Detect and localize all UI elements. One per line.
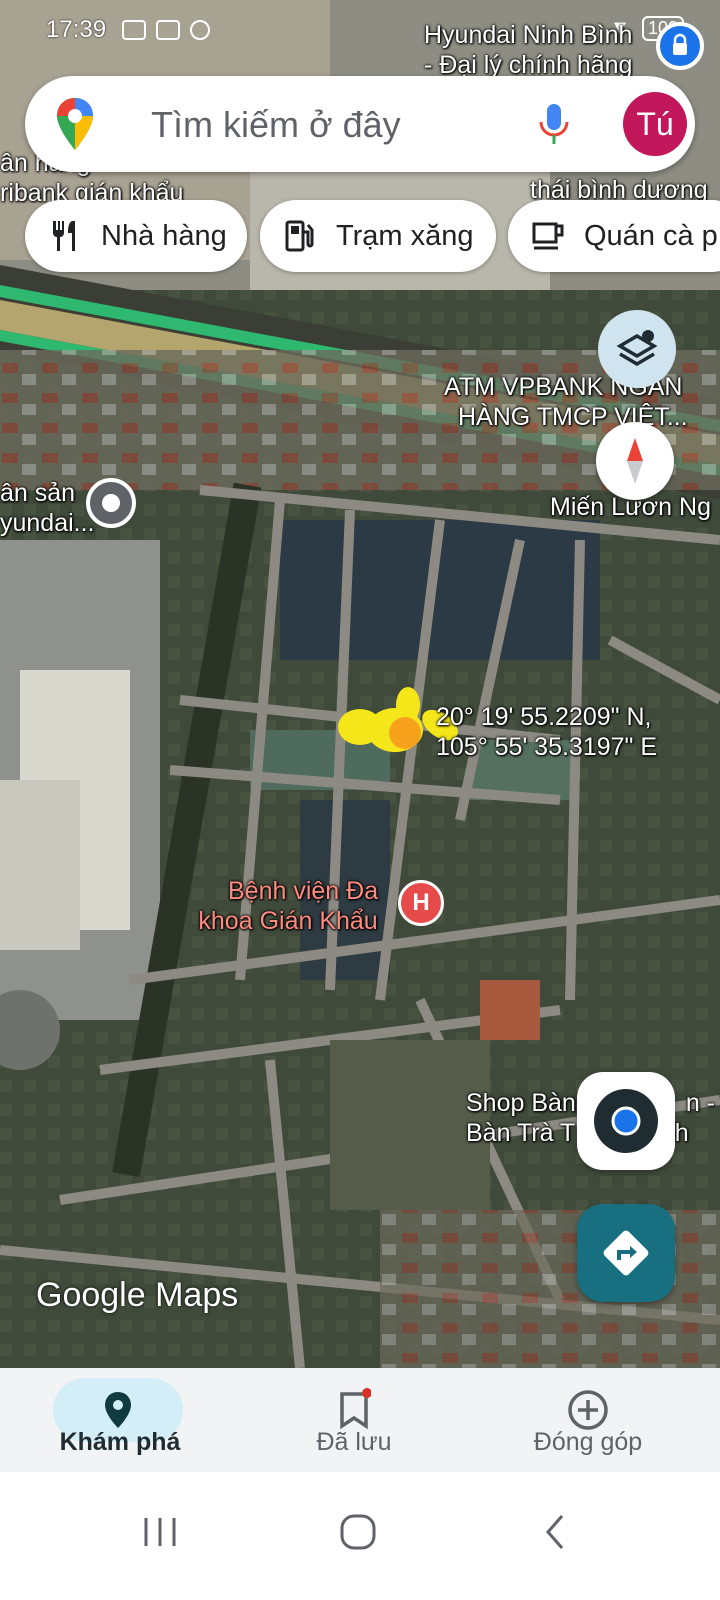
layers-icon xyxy=(616,330,658,367)
notification-dot xyxy=(362,1388,371,1398)
nav-label: Đóng góp xyxy=(533,1428,643,1456)
account-avatar[interactable]: Tú xyxy=(623,92,687,156)
search-placeholder: Tìm kiếm ở đây xyxy=(151,104,401,145)
restaurant-icon xyxy=(53,221,75,251)
map-label-hospital[interactable]: Bệnh viện Đa khoa Gián Khẩu xyxy=(198,876,378,936)
nav-contribute[interactable]: Đóng góp xyxy=(468,1368,708,1472)
layers-button[interactable] xyxy=(598,310,676,388)
chip-coffee[interactable]: Quán cà p xyxy=(508,200,720,272)
google-maps-pin-icon xyxy=(57,98,93,150)
notification-icons xyxy=(122,20,210,40)
home-icon[interactable] xyxy=(328,1502,388,1562)
map-label-hyundai-partial[interactable]: ân sản yundai... xyxy=(0,478,95,538)
google-maps-logo: Google Maps xyxy=(36,1276,239,1314)
clock: 17:39 xyxy=(46,16,107,43)
map-label-line: ân sản xyxy=(0,479,76,507)
coordinate-latitude: 20° 19' 55.2209" N, xyxy=(436,703,652,731)
search-bar[interactable]: Tìm kiếm ở đây Tú xyxy=(25,76,695,172)
recent-apps-icon[interactable] xyxy=(130,1502,190,1562)
gas-station-icon xyxy=(285,220,314,252)
compass-icon xyxy=(627,438,643,484)
nav-label: Đã lưu xyxy=(316,1428,392,1456)
place-pin-icon[interactable] xyxy=(86,478,136,528)
coordinates-label: 20° 19' 55.2209" N, 105° 55' 35.3197" E xyxy=(436,702,657,762)
microphone-icon[interactable] xyxy=(538,102,570,146)
chip-label: Quán cà p xyxy=(584,219,718,252)
map-label-hyundai[interactable]: Hyundai Ninh Bình - Đại lý chính hãng xyxy=(424,20,632,80)
chip-restaurants[interactable]: Nhà hàng xyxy=(25,200,247,272)
map-label-line: Hyundai Ninh Bình xyxy=(424,21,633,49)
add-circle-icon xyxy=(568,1390,608,1430)
my-location-icon xyxy=(594,1089,658,1153)
explore-pin-icon xyxy=(105,1392,131,1428)
nav-saved[interactable]: Đã lưu xyxy=(234,1368,474,1472)
chip-gas-stations[interactable]: Trạm xăng xyxy=(260,200,496,272)
system-navigation-bar xyxy=(0,1472,720,1600)
coordinate-longitude: 105° 55' 35.3197" E xyxy=(436,733,658,761)
back-icon[interactable] xyxy=(526,1502,586,1562)
coffee-icon xyxy=(532,222,564,250)
youtube-icon xyxy=(156,20,180,40)
chip-label: Trạm xăng xyxy=(336,219,474,252)
nav-explore[interactable]: Khám phá xyxy=(0,1368,240,1472)
chip-label: Nhà hàng xyxy=(101,219,227,252)
map-label-line: Bàn Trà T xyxy=(466,1119,576,1147)
hospital-pin-icon[interactable]: H xyxy=(398,880,444,926)
compass-button[interactable] xyxy=(596,422,674,500)
map-label-line: yundai... xyxy=(0,509,95,537)
nav-label: Khám phá xyxy=(59,1428,181,1456)
bottom-navigation: Khám phá Đã lưu Đóng góp xyxy=(0,1368,720,1472)
bookmark-icon xyxy=(340,1388,371,1430)
chrome-icon xyxy=(190,20,210,40)
map-label-line: khoa Gián Khẩu xyxy=(198,907,378,935)
directions-icon xyxy=(603,1230,649,1276)
my-location-button[interactable] xyxy=(577,1072,675,1170)
hyundai-pin-icon[interactable] xyxy=(656,22,704,70)
map-label-line: Bệnh viện Đa xyxy=(228,877,379,905)
gallery-icon xyxy=(122,20,146,40)
map-label-line: n - xyxy=(685,1089,716,1117)
map-view[interactable]: 17:39 ▼ 100 Hyundai Ninh Bình - Đại lý c… xyxy=(0,0,720,1368)
map-label-line: Shop Bàn xyxy=(466,1089,576,1117)
directions-button[interactable] xyxy=(577,1204,675,1302)
